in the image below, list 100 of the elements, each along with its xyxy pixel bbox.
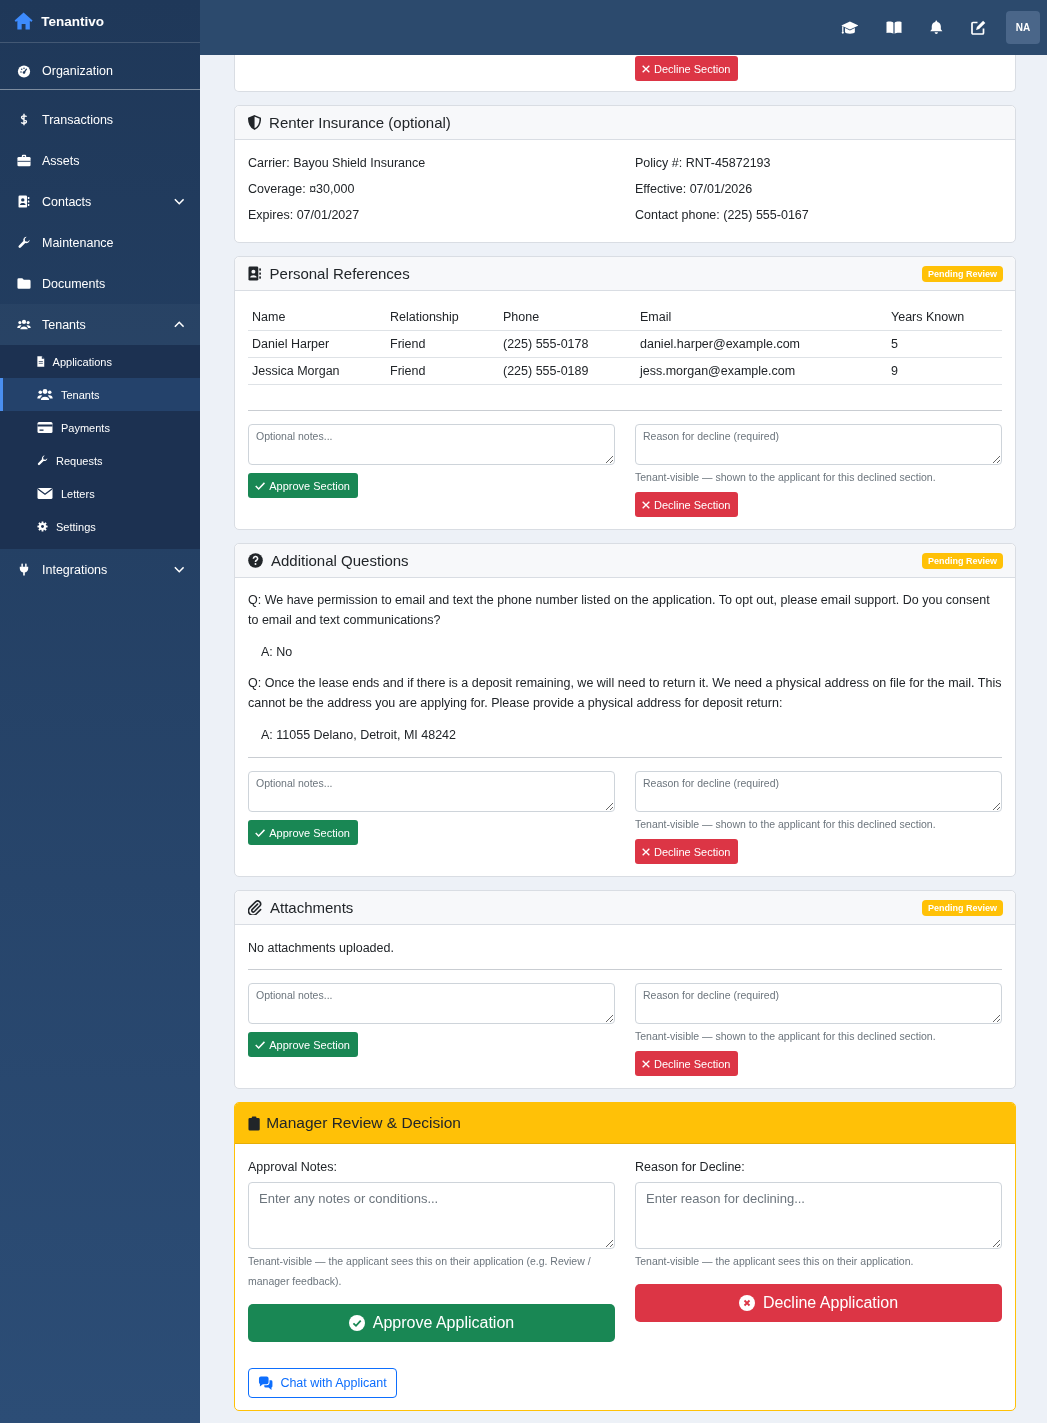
decline-button[interactable]: Decline Section [635,839,739,864]
check-icon [255,1040,266,1049]
cross-icon [642,500,650,509]
decline-button[interactable]: Decline Section [635,1051,739,1076]
edit-icon[interactable] [971,20,986,35]
house-icon [14,12,34,30]
table-cell-text: 5 [890,337,899,351]
cross-icon [642,64,650,73]
user-avatar[interactable]: NA [1006,11,1040,44]
decline-button[interactable]: Decline Section [635,56,739,81]
card-title: Personal References [269,265,410,282]
nav-item[interactable]: Requests [0,444,200,477]
contact-card-icon [17,195,31,208]
approval-notes-field[interactable]: Enter any notes or conditions... [248,1182,615,1249]
answer-text: A: 11055 Delano, Detroit, MI 48242 [261,727,458,744]
nav-item[interactable]: Contacts [0,181,200,222]
brand-name: Tenantivo [41,13,104,29]
question-icon [248,553,263,568]
nav-item[interactable]: Assets [0,140,200,181]
nav-item[interactable]: Tenants [0,378,200,411]
paperclip-icon [248,900,262,915]
hint-text: Tenant-visible — shown to the applicant for this declined section. [635,1029,936,1044]
cross-icon [642,1059,650,1068]
detail-text: Expires: 07/01/2027 [248,207,361,223]
hint-text: Tenant-visible — shown to the applicant for this declined section. [635,817,936,832]
column-header: Years Known [890,310,966,324]
check-circle-icon [348,1315,365,1331]
field-label: Reason for Decline: [635,1159,745,1176]
column-header: Relationship [389,310,460,324]
status-badge: Pending Review [921,552,1003,569]
contact-card-icon [248,266,262,281]
nav-item[interactable]: Payments [0,411,200,444]
detail-text: Contact phone: (225) 555-0167 [635,207,810,223]
settings-icon [37,521,48,532]
detail-text: Effective: 07/01/2026 [635,181,754,197]
nav-item[interactable]: Maintenance [0,222,200,263]
status-badge: Pending Review [921,899,1003,916]
nav-item[interactable]: Integrations [0,549,200,590]
status-badge: Pending Review [921,265,1003,282]
decline-application-button[interactable]: Decline Application [635,1284,1002,1322]
notes-field[interactable]: Optional notes... [248,983,615,1024]
chat-bubbles-icon [258,1376,274,1390]
detail-text: Coverage: ¤30,000 [248,181,356,197]
decline-reason-field[interactable]: Reason for decline (required) [635,771,1002,812]
nav-item[interactable]: Organization [0,53,200,89]
credit-card-icon [37,422,53,433]
answer-text: A: No [261,644,294,661]
nav-item[interactable]: Settings [0,510,200,543]
table-cell-text: jess.morgan@example.com [638,364,797,378]
detail-text: Carrier: Bayou Shield Insurance [248,155,427,171]
table-cell-text: (225) 555-0189 [502,364,590,378]
shield-icon [248,115,262,130]
table-cell-text: Daniel Harper [251,337,331,351]
table-cell-text: Friend [389,364,427,378]
clipboard-icon [248,1115,261,1131]
users-icon [17,318,31,331]
decline-button[interactable]: Decline Section [635,492,739,517]
graduation-cap-icon[interactable] [840,20,859,35]
approve-button[interactable]: Approve Section [248,1032,358,1057]
card-title: Additional Questions [271,552,409,569]
card-title: Manager Review & Decision [266,1114,461,1132]
nav-item[interactable]: Transactions [0,99,200,140]
question-text: Q: We have permission to email and text the phone number listed on the application. To opt out, please email support. Do you consent to email and text communications? [248,592,991,629]
check-icon [255,481,266,490]
notifications-icon[interactable] [930,20,943,35]
column-header: Phone [502,310,541,324]
hint-text: Tenant-visible — the applicant sees this on their application. [635,1254,914,1269]
envelope-icon [37,488,53,499]
hint-text: Tenant-visible — shown to the applicant for this declined section. [635,470,936,485]
briefcase-icon [17,154,31,167]
field-label: Approval Notes: [248,1159,337,1176]
nav-item[interactable]: Documents [0,263,200,304]
decline-reason-field[interactable]: Reason for decline (required) [635,424,1002,465]
nav-item[interactable]: Applications [0,345,200,378]
gauge-icon [17,64,31,78]
cross-icon [642,847,650,856]
decline-reason-field[interactable]: Enter reason for declining... [635,1182,1002,1249]
table-cell-text: 9 [890,364,899,378]
book-icon[interactable] [886,21,903,34]
decline-reason-field[interactable]: Reason for decline (required) [635,983,1002,1024]
card-title: Attachments [270,899,354,916]
question-text: Q: Once the lease ends and if there is a deposit remaining, we will need to return it. We need a physical address on file for the mail. This cannot be the address you are applying for. Please provide a physical address for deposit return: [248,675,1002,712]
users-icon [37,389,53,400]
chat-button[interactable]: Chat with Applicant [248,1368,397,1398]
nav-item[interactable]: Tenants [0,304,200,345]
approve-button[interactable]: Approve Section [248,473,358,498]
approve-button[interactable]: Approve Section [248,820,358,845]
plug-icon [17,563,31,576]
table-cell-text: daniel.harper@example.com [639,337,801,351]
column-header: Name [251,310,287,324]
folder-icon [17,277,31,290]
approve-application-button[interactable]: Approve Application [248,1304,615,1342]
hint-text: Tenant-visible — the applicant sees this on their application (e.g. Review / manager feedback). [248,1254,592,1289]
detail-text: Policy #: RNT-45872193 [635,155,772,171]
x-circle-icon [738,1295,755,1311]
table-cell-text: (225) 555-0178 [502,337,590,351]
nav-item[interactable]: Letters [0,477,200,510]
notes-field[interactable]: Optional notes... [248,424,615,465]
notes-field[interactable]: Optional notes... [248,771,615,812]
wrench-icon [17,236,31,249]
